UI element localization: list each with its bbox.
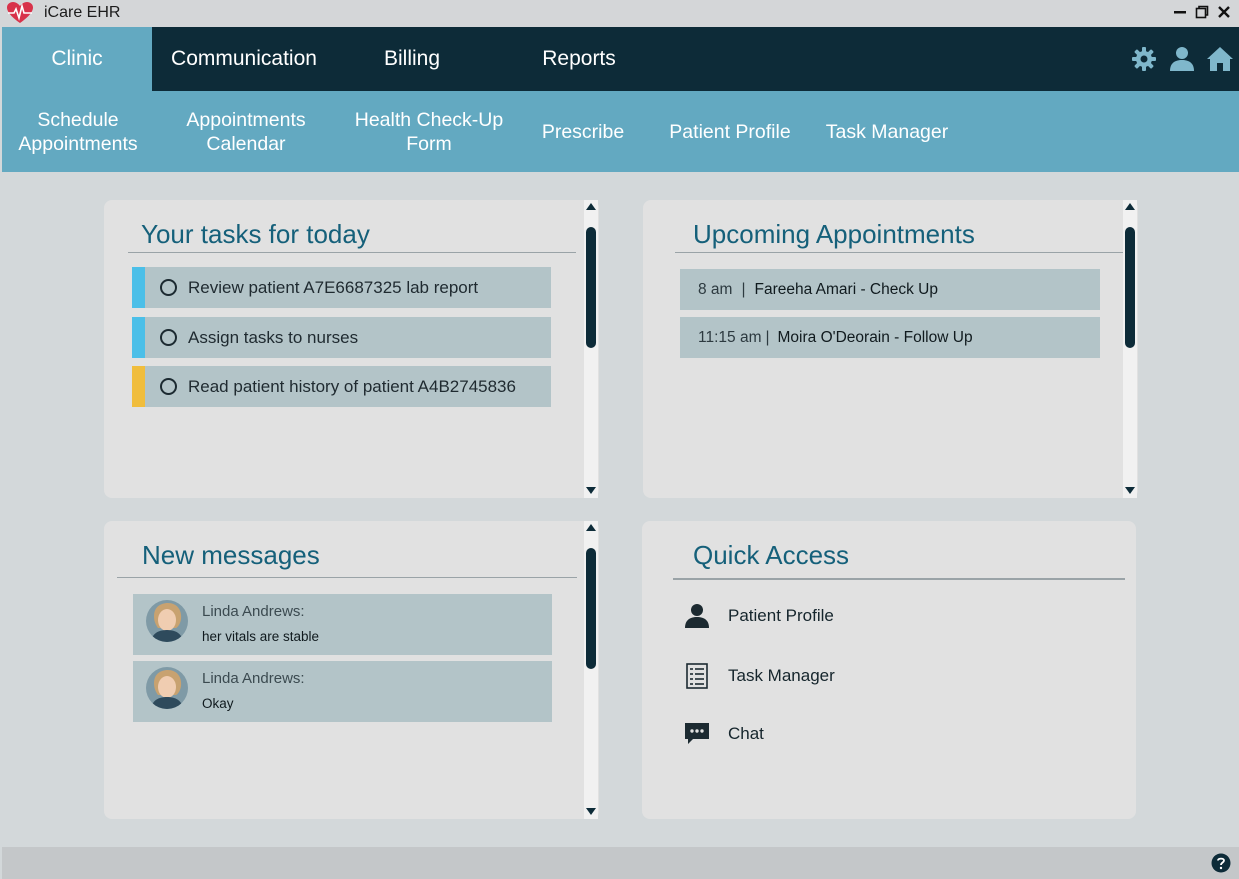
scroll-down-icon[interactable] (586, 487, 596, 494)
app-title: iCare EHR (44, 4, 121, 21)
task-text: Assign tasks to nurses (188, 327, 359, 347)
appointments-scrollbar[interactable] (1123, 200, 1137, 498)
quick-access-task-manager[interactable]: Task Manager (682, 661, 835, 691)
scroll-up-icon[interactable] (1125, 203, 1135, 210)
task-text: Review patient A7E6687325 lab report (188, 277, 479, 297)
messages-divider (117, 577, 577, 578)
quick-access-panel: Quick Access Patient Profile Task Manage… (642, 521, 1136, 819)
appointment-item[interactable]: 8 am | Fareeha Amari - Check Up (680, 269, 1100, 310)
maximize-icon[interactable] (1193, 2, 1211, 22)
quick-access-title: Quick Access (693, 540, 850, 570)
tab-billing[interactable]: Billing (372, 27, 452, 91)
appointment-name: Fareeha Amari - Check Up (754, 280, 939, 298)
subnav-health-checkup-form[interactable]: Health Check-Up Form (348, 91, 510, 172)
appointment-time: 8 am (698, 280, 733, 298)
appointment-time: 11:15 am (698, 328, 762, 346)
tasks-divider (128, 252, 576, 253)
nav-icon-group (1125, 27, 1239, 91)
minimize-icon[interactable] (1171, 2, 1189, 22)
messages-title: New messages (142, 540, 320, 570)
quick-access-label: Task Manager (728, 666, 835, 685)
heart-pulse-icon (7, 2, 33, 23)
scroll-thumb[interactable] (586, 227, 596, 348)
appointment-separator: | (765, 328, 770, 346)
message-sender: Linda Andrews: (202, 603, 305, 620)
task-priority-marker (132, 317, 145, 358)
task-checkbox[interactable] (160, 279, 177, 296)
subnav-patient-profile[interactable]: Patient Profile (662, 91, 798, 172)
scroll-up-icon[interactable] (586, 203, 596, 210)
quick-access-label: Chat (728, 724, 764, 743)
user-icon (682, 601, 712, 631)
quick-access-label: Patient Profile (728, 606, 834, 625)
subnav-task-manager[interactable]: Task Manager (817, 91, 957, 172)
task-item[interactable]: Review patient A7E6687325 lab report (132, 267, 551, 308)
subnav-schedule-appointments[interactable]: Schedule Appointments (10, 91, 146, 172)
sub-nav: Schedule Appointments Appointments Calenda… (2, 91, 1239, 172)
messages-panel: New messages Linda Andrews: her vitals a… (104, 521, 599, 819)
home-icon[interactable] (1201, 39, 1239, 79)
subnav-appointments-calendar[interactable]: Appointments Calendar (174, 91, 318, 172)
task-priority-marker (132, 366, 145, 407)
gear-icon[interactable] (1125, 39, 1163, 79)
task-item[interactable]: Assign tasks to nurses (132, 317, 551, 358)
user-icon[interactable] (1163, 39, 1201, 79)
scroll-down-icon[interactable] (1125, 487, 1135, 494)
chat-icon (682, 719, 712, 749)
task-priority-marker (132, 267, 145, 308)
close-icon[interactable] (1215, 2, 1233, 22)
avatar (146, 667, 188, 709)
scroll-up-icon[interactable] (586, 524, 596, 531)
quick-access-divider (673, 578, 1125, 580)
tasks-panel: Your tasks for today Review patient A7E6… (104, 200, 599, 498)
subnav-prescribe[interactable]: Prescribe (532, 91, 634, 172)
message-text: her vitals are stable (202, 629, 320, 644)
message-item[interactable]: Linda Andrews: her vitals are stable (133, 594, 552, 655)
tasks-scrollbar[interactable] (584, 200, 598, 498)
status-bar (2, 847, 1239, 879)
quick-access-chat[interactable]: Chat (682, 719, 764, 749)
window-controls (1171, 2, 1233, 22)
task-text: Read patient history of patient A4B27458… (188, 376, 516, 396)
title-bar: iCare EHR (0, 0, 1239, 27)
task-item[interactable]: Read patient history of patient A4B27458… (132, 366, 551, 407)
task-checkbox[interactable] (160, 378, 177, 395)
help-icon[interactable] (1211, 853, 1231, 873)
message-item[interactable]: Linda Andrews: Okay (133, 661, 552, 722)
appointments-divider (675, 252, 1123, 253)
appointment-name: Moira O'Deorain - Follow Up (777, 328, 973, 346)
avatar (146, 600, 188, 642)
message-sender: Linda Andrews: (202, 670, 305, 687)
appointments-panel: Upcoming Appointments 8 am | Fareeha Ama… (643, 200, 1138, 498)
scroll-thumb[interactable] (586, 548, 596, 669)
tasks-title: Your tasks for today (141, 219, 370, 249)
tab-clinic[interactable]: Clinic (2, 27, 152, 91)
appointments-title: Upcoming Appointments (693, 219, 975, 249)
scroll-down-icon[interactable] (586, 808, 596, 815)
tab-reports[interactable]: Reports (532, 27, 626, 91)
main-nav: Clinic Communication Billing Reports (2, 27, 1239, 91)
message-text: Okay (202, 696, 234, 711)
appointment-separator: | (741, 280, 746, 298)
quick-access-patient-profile[interactable]: Patient Profile (682, 601, 834, 631)
task-checkbox[interactable] (160, 329, 177, 346)
list-icon (682, 661, 712, 691)
messages-scrollbar[interactable] (584, 521, 598, 819)
dashboard-content: Your tasks for today Review patient A7E6… (2, 172, 1239, 847)
scroll-thumb[interactable] (1125, 227, 1135, 348)
tab-communication[interactable]: Communication (162, 27, 326, 91)
appointment-item[interactable]: 11:15 am | Moira O'Deorain - Follow Up (680, 317, 1100, 358)
